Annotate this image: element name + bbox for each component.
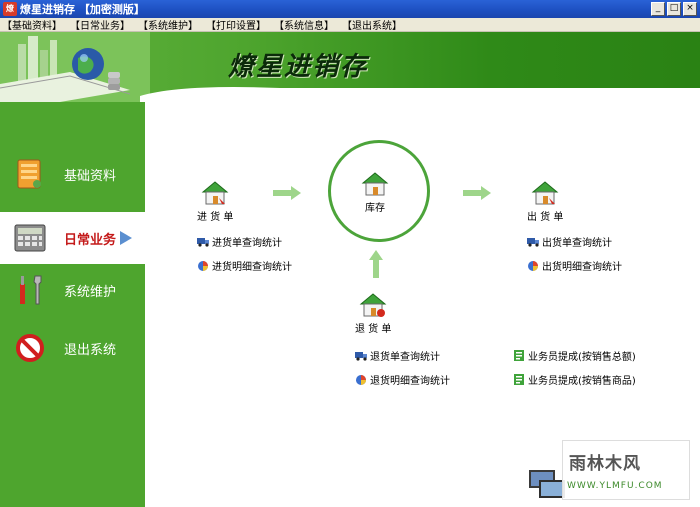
tools-icon [12,272,48,308]
return-detail-query-link[interactable]: 退货明细查询统计 [355,372,450,387]
stock-circle[interactable]: 库存 [328,140,430,242]
sidebar-item-exit-system[interactable]: 退出系统 [0,322,145,374]
return-order-node[interactable]: 退 货 单 [355,292,391,335]
purchase-order-label: 进 货 单 [197,212,234,223]
sidebar-item-label: 系统维护 [64,284,117,300]
link-label: 进货单查询统计 [212,238,282,249]
purchase-order-node[interactable]: 进 货 单 [197,180,233,223]
active-arrow-icon [120,231,133,245]
sales-order-node[interactable]: 出 货 单 [527,180,563,223]
arrow-right-icon [273,186,301,200]
menu-daily-business[interactable]: 【日常业务】 [70,17,130,32]
link-label: 进货明细查询统计 [212,262,292,273]
window-title: 燎星进销存 【加密测版】 [20,3,145,16]
folder-icon [12,156,48,192]
sidebar-item-system-maintenance[interactable]: 系统维护 [0,264,145,316]
watermark: 雨林木风 WWW.YLMFU.COM [562,440,690,500]
pie-chart-icon [356,375,366,385]
sales-order-label: 出 货 单 [527,212,564,223]
app-icon: 燎 [3,2,17,16]
monitor-stack-art [529,470,565,498]
stock-label: 库存 [365,203,385,214]
house-icon [531,181,559,205]
menu-bar: 【基础资料】 【日常业务】 【系统维护】 【打印设置】 【系统信息】 【退出系统… [0,18,700,32]
truck-icon [527,238,539,247]
truck-icon [197,238,209,247]
arrow-up-icon [369,250,383,278]
sidebar: 基础资料 日常业务 系统维护 退出系统 [0,102,145,507]
link-label: 出货明细查询统计 [542,262,622,273]
menu-basic-data[interactable]: 【基础资料】 [2,17,62,32]
link-label: 退货明细查询统计 [370,376,450,387]
commission-by-product-link[interactable]: 业务员提成(按销售商品) [513,372,636,387]
return-order-label: 退 货 单 [355,324,392,335]
banner-wave [140,87,700,102]
sidebar-item-daily-business[interactable]: 日常业务 [0,212,145,264]
brand-logo: 燎星进销存 [228,52,369,82]
calculator-icon [12,220,48,256]
sidebar-item-basic-data[interactable]: 基础资料 [0,148,145,200]
menu-system-info[interactable]: 【系统信息】 [274,17,334,32]
header-banner: 燎星进销存 [0,32,700,102]
pie-chart-icon [528,261,538,271]
maximize-button[interactable]: □ [667,2,681,16]
window-controls: _ □ × [651,2,697,16]
title-bar: 燎 燎星进销存 【加密测版】 _ □ × [0,0,700,18]
link-label: 退货单查询统计 [370,352,440,363]
menu-system-maintenance[interactable]: 【系统维护】 [138,17,198,32]
arrow-right-icon [463,186,491,200]
sales-detail-query-link[interactable]: 出货明细查询统计 [527,258,622,273]
link-label: 业务员提成(按销售商品) [528,376,636,387]
truck-icon [355,352,367,361]
house-icon [359,293,387,317]
house-icon [361,172,389,196]
watermark-title: 雨林木风 [569,454,641,474]
sidebar-item-label: 日常业务 [64,232,117,248]
report-icon [514,374,524,385]
house-icon [201,181,229,205]
sidebar-item-label: 退出系统 [64,342,117,358]
watermark-url: WWW.YLMFU.COM [567,481,663,491]
link-label: 出货单查询统计 [542,238,612,249]
link-label: 业务员提成(按销售总额) [528,352,636,363]
stock-node: 库存 [361,171,389,214]
sidebar-item-label: 基础资料 [64,168,117,184]
sales-order-query-link[interactable]: 出货单查询统计 [527,234,612,249]
menu-exit-system[interactable]: 【退出系统】 [342,17,402,32]
menu-print-settings[interactable]: 【打印设置】 [206,17,266,32]
pie-chart-icon [198,261,208,271]
purchase-detail-query-link[interactable]: 进货明细查询统计 [197,258,292,273]
return-order-query-link[interactable]: 退货单查询统计 [355,348,440,363]
minimize-button[interactable]: _ [651,2,665,16]
purchase-order-query-link[interactable]: 进货单查询统计 [197,234,282,249]
exit-icon [12,330,48,366]
report-icon [514,350,524,361]
banner-city-globe-art [0,32,150,102]
commission-by-total-link[interactable]: 业务员提成(按销售总额) [513,348,636,363]
close-button[interactable]: × [683,2,697,16]
